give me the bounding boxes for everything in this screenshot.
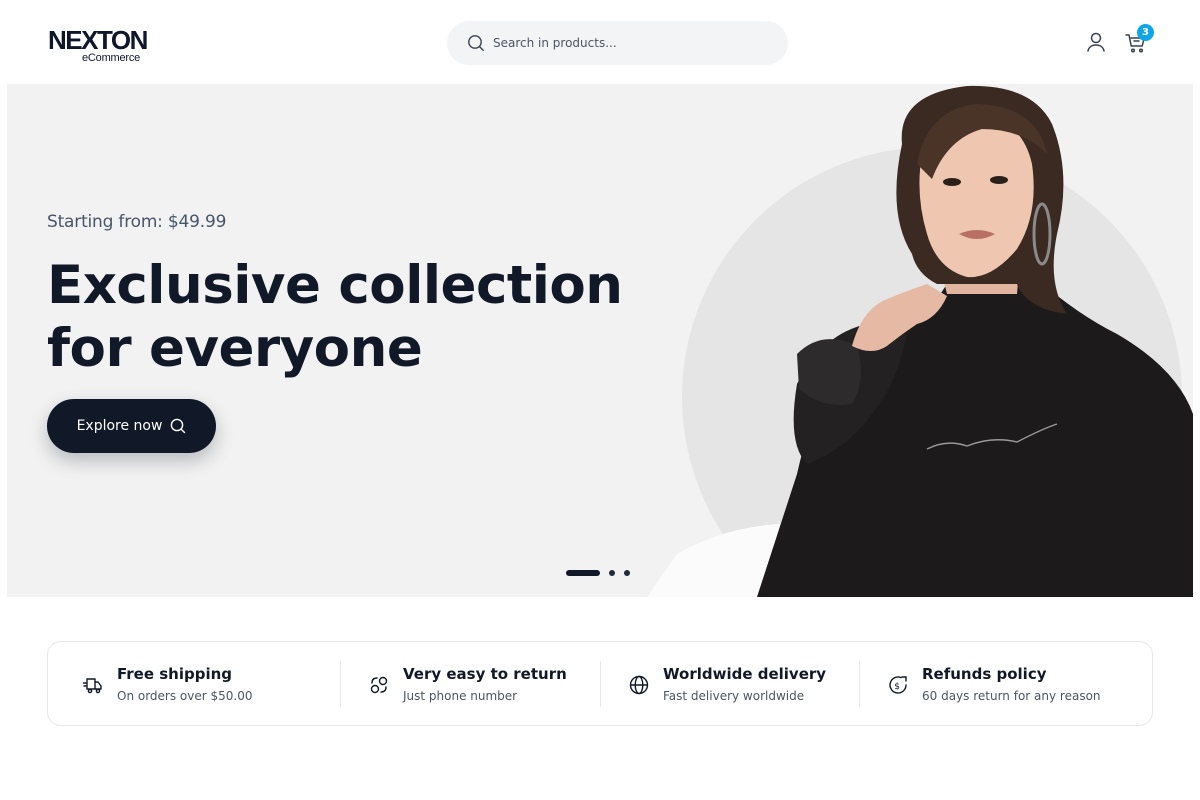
search-input[interactable] [493,36,773,50]
search-icon [467,34,485,52]
feature-divider [340,661,341,707]
carousel-dot-active[interactable] [566,570,600,576]
truck-icon [81,673,105,697]
carousel-dot[interactable] [624,570,630,576]
brand-logo[interactable]: NEXTON eCommerce [48,26,158,66]
feature-subtitle: On orders over $50.00 [117,689,253,703]
site-header: NEXTON eCommerce 3 [0,0,1200,84]
explore-now-label: Explore now [76,418,163,434]
hero-banner: Starting from: $49.99 Exclusive collecti… [7,84,1193,597]
feature-free-shipping: Free shipping On orders over $50.00 [81,642,253,727]
feature-subtitle: Just phone number [403,689,518,703]
return-icon [367,673,391,697]
explore-now-button[interactable]: Explore now [47,399,216,453]
hero-starting-price: Starting from: $49.99 [47,212,227,232]
globe-icon [627,673,651,697]
feature-subtitle: Fast delivery worldwide [663,689,805,703]
logo-tagline: eCommerce [82,52,141,64]
feature-worldwide-delivery: Worldwide delivery Fast delivery worldwi… [627,642,826,727]
cart-count-badge: 3 [1137,24,1154,41]
feature-title: Worldwide delivery [663,665,827,683]
refund-icon: $ [886,673,910,697]
user-icon[interactable] [1085,31,1107,53]
feature-title: Free shipping [117,665,233,683]
logo-wordmark: NEXTON [48,25,148,55]
feature-divider [600,661,601,707]
feature-title: Refunds policy [922,665,1047,683]
search-icon [170,418,186,434]
carousel-dot[interactable] [609,570,615,576]
feature-divider [859,661,860,707]
features-bar: Free shipping On orders over $50.00 Very… [47,641,1153,726]
feature-refunds-policy: $ Refunds policy 60 days return for any … [886,642,1101,727]
feature-easy-return: Very easy to return Just phone number [367,642,567,727]
feature-title: Very easy to return [403,665,567,683]
feature-subtitle: 60 days return for any reason [922,689,1101,703]
carousel-indicators [566,570,630,576]
hero-title: Exclusive collection for everyone [47,254,667,380]
search-bar[interactable] [447,21,788,65]
svg-text:$: $ [894,682,900,692]
hero-model-image [647,85,1193,597]
hero-title-line-2: for everyone [47,318,423,379]
hero-title-line-1: Exclusive collection [47,255,623,316]
